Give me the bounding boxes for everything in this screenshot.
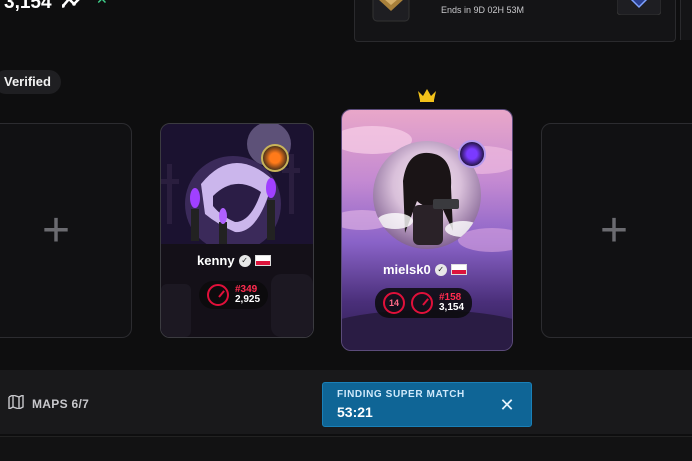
player-card-kenny[interactable]: kenny ✓ #349 2,925 bbox=[160, 123, 314, 338]
empty-slot-left[interactable]: + bbox=[0, 123, 132, 338]
close-icon: ✕ bbox=[499, 394, 515, 415]
rank-dial-icon bbox=[207, 284, 229, 306]
elo-value: 3,154 bbox=[4, 0, 52, 13]
player-stats-kenny: #349 2,925 bbox=[199, 281, 269, 309]
finding-match-panel: FINDING SUPER MATCH 53:21 ✕ bbox=[322, 382, 532, 427]
bottom-strip bbox=[0, 436, 692, 461]
side-panel-edge bbox=[680, 0, 692, 40]
player-card-mielsk0[interactable]: mielsk0 ✓ 14 #158 3,154 bbox=[341, 109, 513, 351]
verified-icon: ✓ bbox=[238, 254, 251, 267]
plus-icon: + bbox=[41, 203, 71, 257]
player-name-text: mielsk0 bbox=[383, 262, 431, 277]
map-icon bbox=[8, 394, 24, 412]
player-name-mielsk0: mielsk0 ✓ bbox=[383, 262, 467, 277]
player-elo: 2,925 bbox=[235, 294, 261, 305]
trend-icon bbox=[61, 0, 84, 15]
cancel-search-button[interactable]: ✕ bbox=[497, 395, 517, 415]
season-ends-text: Ends in 9D 02H 53M bbox=[441, 5, 525, 15]
player-elo: 3,154 bbox=[439, 302, 465, 313]
flag-poland-icon bbox=[254, 255, 271, 266]
empty-slot-right[interactable]: + bbox=[541, 123, 692, 338]
verified-filter[interactable]: Verified bbox=[0, 70, 61, 94]
player-name-text: kenny bbox=[197, 253, 235, 268]
maps-label: MAPS 6/7 bbox=[32, 396, 90, 411]
player-stats-mielsk0: 14 #158 3,154 bbox=[375, 288, 473, 318]
finding-match-timer: 53:21 bbox=[337, 404, 373, 420]
rank-emblem-icon bbox=[371, 0, 411, 23]
close-icon[interactable]: ✕ bbox=[96, 0, 108, 8]
level-badge-icon bbox=[458, 140, 486, 168]
faceit-level: 14 bbox=[383, 292, 405, 314]
player-name-kenny: kenny ✓ bbox=[197, 253, 271, 268]
flag-poland-icon bbox=[450, 264, 467, 275]
top-bar: 3,154 ✕ Ends in 9D 02H 53M bbox=[0, 0, 692, 110]
season-panel[interactable]: Ends in 9D 02H 53M bbox=[354, 0, 676, 42]
level-badge-icon bbox=[261, 144, 289, 172]
verified-icon: ✓ bbox=[434, 263, 447, 276]
crown-icon bbox=[418, 89, 436, 102]
rank-dial-icon bbox=[411, 292, 433, 314]
season-badge-icon bbox=[616, 0, 662, 16]
maps-selector[interactable]: MAPS 6/7 bbox=[8, 394, 90, 412]
finding-match-label: FINDING SUPER MATCH bbox=[337, 389, 465, 400]
plus-icon: + bbox=[599, 203, 629, 257]
